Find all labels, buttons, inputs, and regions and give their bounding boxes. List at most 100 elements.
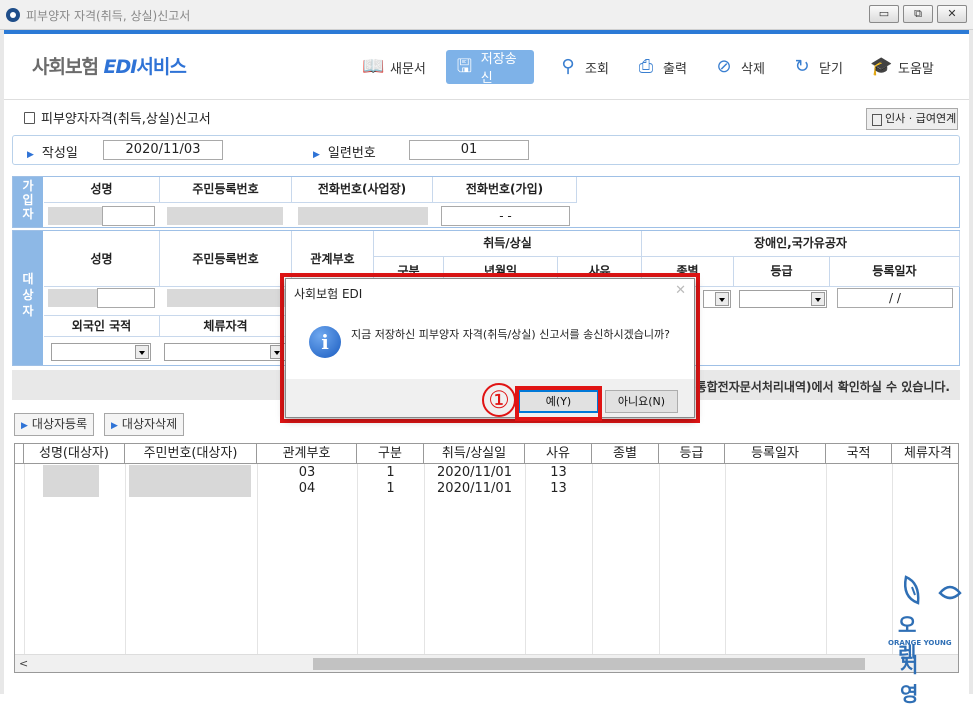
delete-target-label: 대상자삭제	[121, 417, 178, 431]
nationality-select[interactable]	[51, 343, 151, 361]
scroll-thumb[interactable]	[313, 658, 865, 670]
reg-date-input[interactable]: / /	[837, 288, 953, 308]
stay-status-header: 체류자격	[160, 315, 292, 337]
target-name-input[interactable]	[97, 288, 155, 308]
col-stay[interactable]: 체류자격	[892, 444, 958, 464]
subscriber-rrn-header: 주민등록번호	[160, 177, 292, 203]
subscriber-name-input[interactable]	[102, 206, 155, 226]
delete-button[interactable]: ⊘ 삭제	[705, 50, 773, 84]
cell-reason: 13	[550, 465, 567, 480]
horizontal-scrollbar[interactable]: <	[15, 654, 958, 672]
toolbar: 사회보험 EDI서비스 📖 새문서 🖫 저장송신 ⚲ 조회 ⎙ 출력 ⊘ 삭제 …	[4, 34, 969, 100]
chevron-down-icon	[811, 292, 825, 306]
written-date-label-text: 작성일	[41, 146, 78, 161]
subscriber-name-masked	[48, 207, 102, 225]
cell-date: 2020/11/01	[437, 481, 512, 496]
window-titlebar: 피부양자 자격(취득, 상실)신고서 ▭ ⧉ ✕	[0, 0, 973, 30]
new-document-label: 새문서	[390, 61, 426, 77]
col-reg-date[interactable]: 등록일자	[725, 444, 826, 464]
new-document-button[interactable]: 📖 새문서	[354, 50, 434, 84]
grid-line	[125, 464, 126, 656]
subscriber-panel: 가입자 성명 주민등록번호 전화번호(사업장) 전화번호(가입) - -	[12, 176, 960, 228]
grid-line	[659, 464, 660, 656]
help-button[interactable]: 🎓 도움말	[862, 50, 942, 84]
col-relation[interactable]: 관계부호	[257, 444, 357, 464]
info-row: ▶ 작성일 2020/11/03 ▶ 일련번호 01	[12, 135, 960, 165]
col-kind[interactable]: 종별	[592, 444, 659, 464]
target-table[interactable]: 성명(대상자) 주민번호(대상자) 관계부호 구분 취득/상실일 사유 종별 등…	[14, 443, 959, 673]
dialog-message: 지금 저장하신 피부양자 자격(취득/상실) 신고서를 송신하시겠습니까?	[351, 328, 670, 341]
subscriber-phone-input[interactable]: - -	[441, 206, 570, 226]
close-window-button[interactable]: ✕	[937, 5, 967, 23]
stay-status-select[interactable]	[164, 343, 286, 361]
watermark-mid: ORANGE YOUNG	[888, 639, 952, 647]
print-button[interactable]: ⎙ 출력	[627, 50, 695, 84]
col-gubun[interactable]: 구분	[357, 444, 424, 464]
col-name[interactable]: 성명(대상자)	[24, 444, 125, 464]
target-rrn-header: 주민등록번호	[160, 231, 292, 287]
document-icon	[24, 111, 35, 124]
serial-label: ▶ 일련번호	[313, 142, 376, 161]
target-name-masked	[48, 289, 97, 307]
name-masked	[43, 465, 99, 497]
col-rrn[interactable]: 주민번호(대상자)	[125, 444, 257, 464]
hr-payroll-link-button[interactable]: 인사 · 급여연계	[866, 108, 958, 130]
target-disabled-header: 장애인,국가유공자	[642, 231, 960, 257]
edi-logo: 사회보험 EDI서비스	[32, 52, 187, 79]
subscriber-name-header: 성명	[44, 177, 160, 203]
col-grade[interactable]: 등급	[659, 444, 725, 464]
dialog-close-icon[interactable]: ✕	[675, 283, 686, 298]
logo-text-1: 사회보험	[32, 56, 104, 78]
logo-text-3: 서비스	[136, 56, 186, 78]
grid-line	[826, 464, 827, 656]
cell-reason: 13	[550, 481, 567, 496]
watermark-line2: 지 영	[900, 653, 929, 706]
serial-field[interactable]: 01	[409, 140, 529, 160]
minimize-button[interactable]: ▭	[869, 5, 899, 23]
step-marker: ①	[482, 383, 516, 417]
scroll-left-icon[interactable]: <	[19, 657, 28, 670]
target-name-header: 성명	[44, 231, 160, 287]
subscriber-work-phone-masked	[298, 207, 428, 225]
save-send-label: 저장송신	[480, 52, 517, 86]
col-date[interactable]: 취득/상실일	[424, 444, 525, 464]
grade-select[interactable]	[739, 290, 827, 308]
subscriber-side-header: 가입자	[13, 177, 43, 227]
search-button[interactable]: ⚲ 조회	[549, 50, 617, 84]
arrow-icon: ▶	[313, 150, 320, 160]
search-pin-icon: ⚲	[561, 56, 575, 77]
save-send-button[interactable]: 🖫 저장송신	[446, 50, 534, 86]
chevron-down-icon	[135, 345, 149, 359]
grid-line	[24, 464, 25, 656]
form-title: 피부양자자격(취득,상실)신고서	[24, 108, 211, 127]
register-target-label: 대상자등록	[31, 417, 88, 431]
grid-line	[725, 464, 726, 656]
restore-button[interactable]: ⧉	[903, 5, 933, 23]
cell-relation: 04	[298, 481, 316, 496]
target-reg-date-header: 등록일자	[830, 257, 960, 287]
written-date-field[interactable]: 2020/11/03	[103, 140, 223, 160]
close-circle-icon: ↻	[794, 56, 810, 77]
arrow-icon: ▶	[21, 421, 28, 431]
logo-text-2: EDI	[103, 56, 138, 78]
cell-gubun: 1	[386, 465, 395, 480]
window-frame-left	[0, 30, 4, 694]
app-icon	[6, 8, 20, 22]
window-title: 피부양자 자격(취득, 상실)신고서	[26, 9, 191, 23]
grid-line	[592, 464, 593, 656]
chevron-down-icon	[715, 292, 729, 306]
close-button[interactable]: ↻ 닫기	[783, 50, 851, 84]
graduation-cap-icon: 🎓	[870, 56, 893, 77]
col-nationality[interactable]: 국적	[826, 444, 892, 464]
cell-gubun: 1	[386, 481, 395, 496]
delete-target-button[interactable]: ▶ 대상자삭제	[104, 413, 185, 436]
kind-select[interactable]	[703, 290, 731, 308]
yes-highlight-outline	[515, 386, 602, 421]
cell-relation: 03	[298, 465, 316, 480]
register-target-button[interactable]: ▶ 대상자등록	[14, 413, 95, 436]
col-reason[interactable]: 사유	[525, 444, 592, 464]
close-label: 닫기	[819, 61, 843, 77]
target-acq-loss-header: 취득/상실	[374, 231, 642, 257]
no-button[interactable]: 아니요(N)	[605, 390, 678, 413]
print-label: 출력	[663, 61, 687, 77]
